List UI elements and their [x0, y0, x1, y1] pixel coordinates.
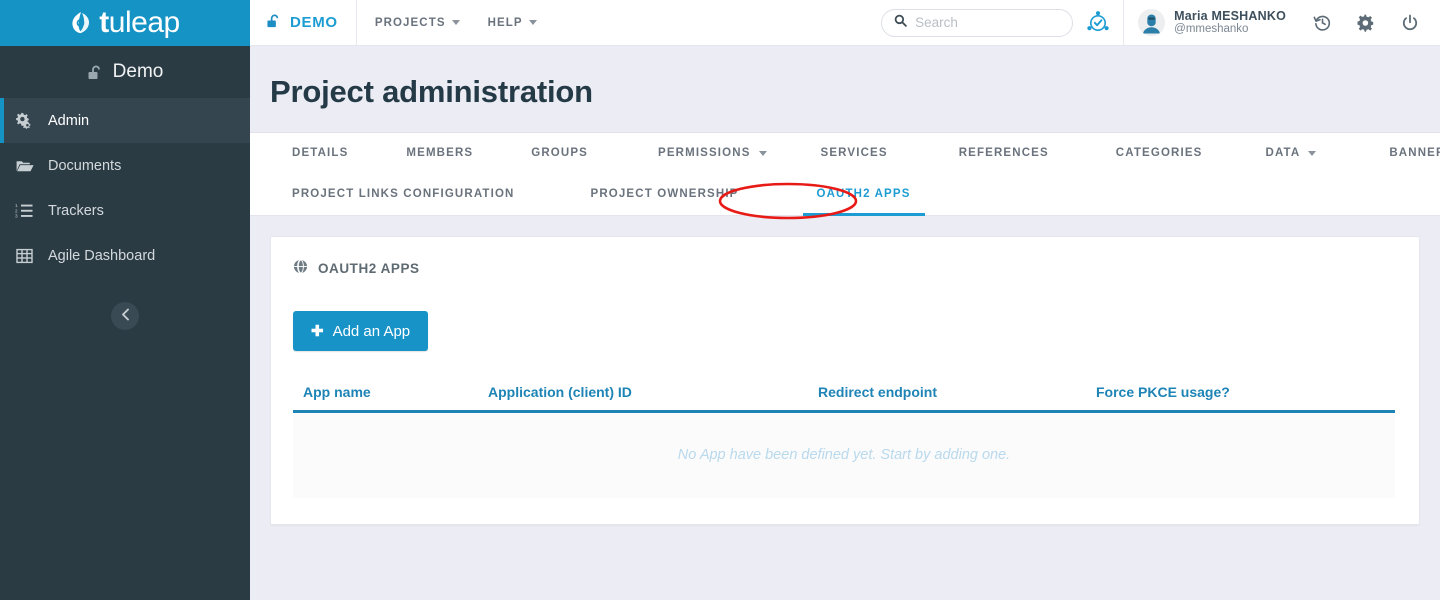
chevron-down-icon — [529, 20, 537, 25]
tab-permissions[interactable]: PERMISSIONS — [644, 133, 781, 173]
table-header-row: App name Application (client) ID Redirec… — [293, 384, 1395, 412]
chevron-down-icon — [452, 20, 460, 25]
tab-label: CATEGORIES — [1116, 147, 1203, 159]
unlock-icon — [87, 64, 104, 81]
search-input[interactable] — [915, 15, 1060, 30]
sidebar-item-label: Agile Dashboard — [48, 248, 155, 264]
sidebar-project-label: Demo — [113, 61, 164, 83]
column-header-force-pkce-usage: Force PKCE usage? — [1086, 384, 1395, 412]
sidebar-item-trackers[interactable]: 1 2 3 Trackers — [0, 188, 250, 233]
sidebar-item-agile-dashboard[interactable]: Agile Dashboard — [0, 233, 250, 278]
topbar-menu-label: HELP — [488, 17, 523, 29]
table-body: No App have been defined yet. Start by a… — [293, 412, 1395, 498]
oauth2-apps-table: App name Application (client) ID Redirec… — [293, 384, 1395, 498]
tuleap-check-badge-icon[interactable] — [1081, 10, 1115, 36]
tuleap-brand[interactable]: tuleap — [0, 0, 250, 46]
add-an-app-label: Add an App — [333, 323, 411, 340]
tab-label: BANNER — [1389, 147, 1440, 159]
tab-label: DATA — [1265, 147, 1300, 159]
table-head: App name Application (client) ID Redirec… — [293, 384, 1395, 412]
tab-references[interactable]: REFERENCES — [945, 133, 1063, 173]
search-icon — [894, 14, 907, 32]
tab-project-links-configuration[interactable]: PROJECT LINKS CONFIGURATION — [278, 173, 529, 215]
tab-label: MEMBERS — [406, 147, 473, 159]
power-icon[interactable] — [1388, 0, 1432, 46]
column-header-redirect-endpoint: Redirect endpoint — [808, 384, 1086, 412]
user-name: Maria MESHANKO — [1174, 9, 1286, 23]
topbar-project-label: DEMO — [290, 14, 338, 31]
tab-project-ownership[interactable]: PROJECT OWNERSHIP — [577, 173, 753, 215]
topbar-menu-help[interactable]: HELP — [488, 17, 537, 29]
tab-label: DETAILS — [292, 147, 348, 159]
tab-categories[interactable]: CATEGORIES — [1102, 133, 1217, 173]
top-navigation-bar: DEMO PROJECTS HELP — [250, 0, 1440, 46]
unlock-icon — [266, 13, 282, 33]
tab-label: REFERENCES — [959, 147, 1049, 159]
chevron-down-icon — [1308, 151, 1316, 156]
gear-icon[interactable] — [1344, 0, 1388, 46]
tab-label: PROJECT OWNERSHIP — [591, 188, 739, 200]
sidebar-item-documents[interactable]: Documents — [0, 143, 250, 188]
empty-state-message: No App have been defined yet. Start by a… — [293, 412, 1395, 498]
sidebar-collapse-button[interactable] — [111, 302, 139, 330]
admin-tabs-row-2: PROJECT LINKS CONFIGURATION PROJECT OWNE… — [270, 173, 1440, 215]
user-menu[interactable]: Maria MESHANKO @mmeshanko — [1124, 9, 1300, 37]
chevron-left-icon — [121, 308, 130, 324]
sidebar-item-label: Trackers — [48, 203, 104, 219]
admin-tabs-row-1: DETAILS MEMBERS GROUPS PERMISSIONS SERVI… — [270, 133, 1440, 173]
table-grid-icon — [14, 248, 34, 264]
oauth2-apps-card: OAUTH2 APPS ✚ Add an App App name Applic… — [270, 236, 1420, 525]
topbar-menu: PROJECTS HELP — [357, 0, 537, 45]
brand-logo: tuleap — [70, 8, 179, 38]
column-header-app-name: App name — [293, 384, 478, 412]
user-handle: @mmeshanko — [1174, 23, 1286, 36]
svg-text:3: 3 — [15, 213, 18, 218]
project-sidebar: tuleap Demo Admin — [0, 0, 250, 600]
card-title-label: OAUTH2 APPS — [318, 261, 420, 276]
tuleap-leaf-logo-icon — [70, 11, 92, 35]
folder-open-icon — [14, 158, 34, 174]
tab-services[interactable]: SERVICES — [807, 133, 902, 173]
page-header: Project administration — [250, 46, 1440, 133]
tab-label: PROJECT LINKS CONFIGURATION — [292, 188, 515, 200]
tab-details[interactable]: DETAILS — [278, 133, 362, 173]
tab-data[interactable]: DATA — [1251, 133, 1330, 173]
topbar-icon-group — [1300, 0, 1440, 46]
topbar-menu-projects[interactable]: PROJECTS — [375, 17, 460, 29]
sidebar-item-label: Admin — [48, 113, 89, 129]
tab-members[interactable]: MEMBERS — [392, 133, 487, 173]
tab-label: PERMISSIONS — [658, 147, 751, 159]
admin-tabs: DETAILS MEMBERS GROUPS PERMISSIONS SERVI… — [250, 133, 1440, 216]
history-icon[interactable] — [1300, 0, 1344, 46]
sidebar-item-admin[interactable]: Admin — [0, 98, 250, 143]
application-root: tuleap Demo Admin — [0, 0, 1440, 600]
tab-label: OAUTH2 APPS — [817, 188, 911, 200]
add-an-app-button[interactable]: ✚ Add an App — [293, 311, 428, 351]
card-title: OAUTH2 APPS — [293, 259, 1395, 277]
page-title: Project administration — [270, 74, 1440, 110]
tab-banner[interactable]: BANNER — [1375, 133, 1440, 173]
main-area: DEMO PROJECTS HELP — [250, 0, 1440, 600]
topbar-project-link[interactable]: DEMO — [250, 0, 357, 45]
globe-icon — [293, 259, 308, 277]
tab-oauth2-apps[interactable]: OAUTH2 APPS — [803, 173, 925, 215]
sidebar-project-name[interactable]: Demo — [0, 46, 250, 98]
table-empty-row: No App have been defined yet. Start by a… — [293, 412, 1395, 498]
avatar — [1138, 9, 1165, 36]
search-box[interactable] — [881, 9, 1073, 37]
list-ol-icon: 1 2 3 — [14, 203, 34, 219]
brand-name: tuleap — [99, 8, 179, 38]
tab-groups[interactable]: GROUPS — [517, 133, 602, 173]
chevron-down-icon — [759, 151, 767, 156]
column-header-application-client-id: Application (client) ID — [478, 384, 808, 412]
topbar-menu-label: PROJECTS — [375, 17, 446, 29]
plus-icon: ✚ — [311, 322, 324, 340]
tab-label: SERVICES — [821, 147, 888, 159]
page-content: OAUTH2 APPS ✚ Add an App App name Applic… — [250, 216, 1440, 600]
gears-icon — [14, 112, 34, 130]
sidebar-item-label: Documents — [48, 158, 121, 174]
tab-label: GROUPS — [531, 147, 588, 159]
user-meta: Maria MESHANKO @mmeshanko — [1174, 9, 1286, 37]
